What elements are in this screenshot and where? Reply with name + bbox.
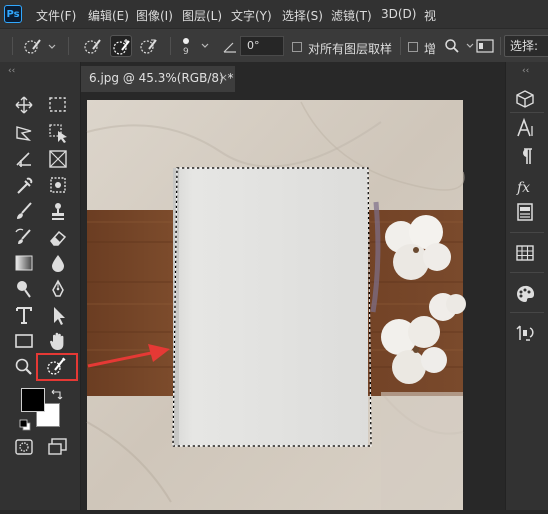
right-panel-collapse-icon[interactable]: ‹‹ [522,66,529,76]
color-palette-icon[interactable] [512,283,538,305]
swatches-grid-icon[interactable] [512,242,538,264]
gradient-icon[interactable] [12,252,36,274]
blur-icon[interactable] [46,252,70,274]
new-selection-icon [84,39,101,54]
history-brush-icon[interactable] [12,226,36,248]
enhance-edge-label: 增 [424,42,437,56]
zoom-icon[interactable] [12,356,36,378]
panel-layout-icon[interactable] [476,38,494,54]
book-object [173,168,368,446]
dodge-icon[interactable] [12,278,36,300]
object-select-icon[interactable] [46,122,70,144]
menu-filter[interactable]: 滤镜(T) [331,7,372,24]
quick-select-preset-icon [24,39,56,54]
eraser-icon[interactable] [46,226,70,248]
3d-icon[interactable] [512,88,538,110]
quick-mask-icon[interactable] [12,436,36,458]
app-logo: Ps [4,5,22,23]
menu-image[interactable]: 图像(I) [136,7,173,24]
eyedropper-icon[interactable] [12,174,36,196]
menu-layer[interactable]: 图层(L) [182,7,222,24]
new-selection-button[interactable] [82,35,104,57]
brush-icon[interactable] [12,200,36,222]
stamp-icon[interactable] [46,200,70,222]
rectangle-icon[interactable] [12,330,36,352]
document-tab[interactable]: 6.jpg @ 45.3%(RGB/8) * × [81,66,235,92]
add-selection-icon [113,39,130,55]
move-icon[interactable] [12,94,36,116]
menu-file[interactable]: 文件(F) [36,7,76,24]
pen-icon[interactable] [46,278,70,300]
options-grip [12,37,13,55]
frame-icon[interactable] [46,148,70,170]
swap-colors-icon[interactable] [50,386,64,400]
menu-bar: Ps 文件(F) 编辑(E) 图像(I) 图层(L) 文字(Y) 选择(S) 滤… [0,0,548,28]
screen-mode-icon[interactable] [46,436,70,458]
marquee-icon[interactable] [46,94,70,116]
tool-preset-picker[interactable] [22,35,56,57]
document-tab-title: 6.jpg @ 45.3%(RGB/8) * [89,71,234,85]
sample-all-layers-label: 对所有图层取样 [308,42,393,56]
foreground-color-swatch[interactable] [21,388,45,412]
paragraph-icon[interactable] [512,145,538,167]
options-bar: 9 0° 对所有图层取样 增 选择: [0,28,548,64]
quick-select-highlight-box [36,353,78,381]
brush-size-picker[interactable]: 9 [178,32,212,62]
fx-icon[interactable]: fx [512,175,538,197]
angle-input[interactable]: 0° [240,36,284,56]
menu-edit[interactable]: 编辑(E) [88,7,129,24]
workspace-dropdown-icon[interactable] [466,38,474,54]
svg-text:fx: fx [516,180,530,196]
toolbar-collapse-icon[interactable]: ‹‹ [8,66,15,76]
crop-icon[interactable] [12,148,36,170]
search-icon[interactable] [444,38,460,54]
sample-all-layers-checkbox[interactable] [292,42,302,52]
lasso-icon[interactable] [12,122,36,144]
subtract-from-selection-button[interactable] [138,35,160,57]
hand-icon[interactable] [46,330,70,352]
history-icon[interactable] [512,322,538,344]
subtract-selection-icon [140,39,157,54]
add-to-selection-button[interactable] [110,35,132,57]
menu-type[interactable]: 文字(Y) [231,7,272,24]
angle-icon [222,39,238,53]
brush-size-value: 9 [183,47,189,57]
menu-3d[interactable]: 3D(D) [381,7,416,21]
properties-icon[interactable] [512,201,538,223]
canvas-area[interactable] [81,92,505,510]
path-select-icon[interactable] [46,304,70,326]
menu-select[interactable]: 选择(S) [282,7,323,24]
menu-view[interactable]: 视 [424,7,436,24]
close-tab-icon[interactable]: × [219,66,228,90]
canvas-image[interactable] [81,92,505,510]
red-arrow-annotation [86,340,176,376]
type-icon[interactable] [12,304,36,326]
default-colors-icon[interactable] [19,416,31,431]
character-icon[interactable] [512,117,538,139]
patch-icon[interactable] [46,174,70,196]
enhance-edge-checkbox[interactable] [408,42,418,52]
select-subject-button[interactable]: 选择: [504,35,548,57]
